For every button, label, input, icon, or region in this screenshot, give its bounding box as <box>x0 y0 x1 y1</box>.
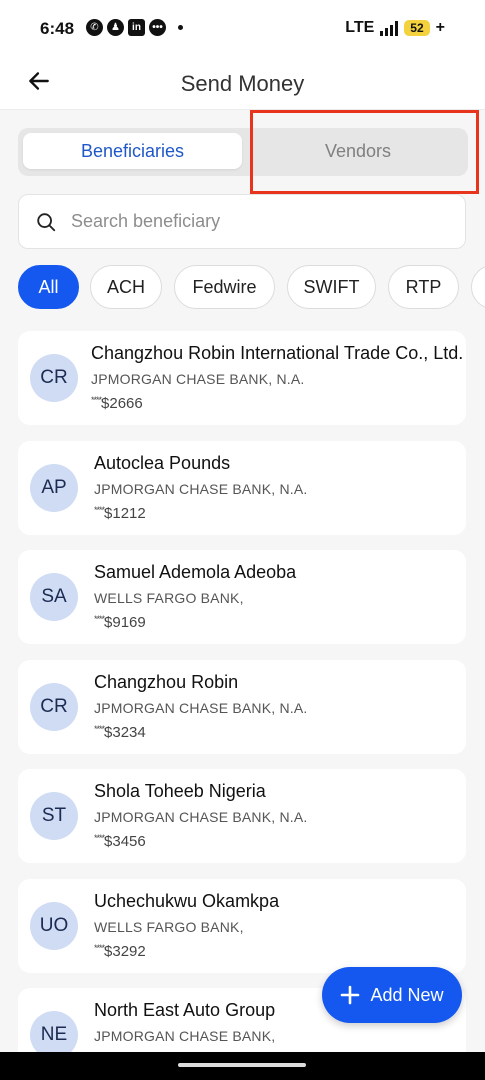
account-number: ****$3234 <box>94 724 146 741</box>
beneficiary-card[interactable]: UO Uchechukwu Okamkpa WELLS FARGO BANK, … <box>18 879 466 973</box>
app-header: Send Money <box>0 60 485 110</box>
beneficiary-card[interactable]: AP Autoclea Pounds JPMORGAN CHASE BANK, … <box>18 441 466 535</box>
avatar: CR <box>30 683 78 731</box>
charging-indicator: + <box>435 19 445 36</box>
status-bar: 6:48 ✆ ♟ in ••• LTE 52 + <box>0 0 485 60</box>
account-number: ****$3292 <box>94 943 146 960</box>
beneficiary-name: North East Auto Group <box>94 1000 276 1020</box>
system-nav-bar <box>0 1052 485 1080</box>
more-notifications-icon <box>178 25 183 30</box>
bank-name: JPMORGAN CHASE BANK, N.A. <box>94 809 308 825</box>
add-new-button[interactable]: Add New <box>322 967 462 1023</box>
avatar: ST <box>30 792 78 840</box>
tab-beneficiaries[interactable]: Beneficiaries <box>23 133 242 169</box>
beneficiary-card[interactable]: SA Samuel Ademola Adeoba WELLS FARGO BAN… <box>18 550 466 644</box>
battery-level: 52 <box>404 20 430 36</box>
linkedin-icon: in <box>128 19 145 36</box>
account-last-digits: $1212 <box>104 505 146 522</box>
bank-name: WELLS FARGO BANK, <box>94 590 244 606</box>
tab-vendors[interactable]: Vendors <box>252 133 464 169</box>
network-type: LTE <box>345 19 375 36</box>
search-icon <box>37 213 56 232</box>
beneficiary-name: Samuel Ademola Adeoba <box>94 562 297 582</box>
beneficiary-name: Changzhou Robin International Trade Co.,… <box>91 343 464 363</box>
beneficiary-name: Shola Toheeb Nigeria <box>94 781 266 801</box>
beneficiary-card[interactable]: CR Changzhou Robin International Trade C… <box>18 331 466 425</box>
payment-type-filters: All ACH Fedwire SWIFT RTP <box>18 265 485 311</box>
bank-name: JPMORGAN CHASE BANK, N.A. <box>91 371 305 387</box>
beneficiary-name: Changzhou Robin <box>94 672 239 692</box>
home-gesture-handle[interactable] <box>178 1063 306 1067</box>
messenger-icon: ••• <box>149 19 166 36</box>
account-mask: **** <box>94 724 105 734</box>
bank-name: JPMORGAN CHASE BANK, <box>94 1028 276 1044</box>
account-mask: **** <box>91 395 102 405</box>
status-time: 6:48 <box>40 19 75 38</box>
filter-chip-swift[interactable]: SWIFT <box>287 265 376 309</box>
avatar: SA <box>30 573 78 621</box>
account-number: ****$3456 <box>94 833 146 850</box>
plus-icon <box>341 985 360 1005</box>
notification-icons: ✆ ♟ in ••• <box>86 19 183 36</box>
account-last-digits: $3234 <box>104 724 146 741</box>
filter-chip-fedwire[interactable]: Fedwire <box>174 265 275 309</box>
beneficiary-name: Autoclea Pounds <box>94 453 231 473</box>
account-mask: **** <box>94 833 105 843</box>
avatar: UO <box>30 902 78 950</box>
beneficiary-vendor-tabs: Beneficiaries Vendors <box>18 128 468 176</box>
beneficiary-card[interactable]: CR Changzhou Robin JPMORGAN CHASE BANK, … <box>18 660 466 754</box>
account-last-digits: $9169 <box>104 614 146 631</box>
beneficiary-card[interactable]: ST Shola Toheeb Nigeria JPMORGAN CHASE B… <box>18 769 466 863</box>
search-bar <box>18 194 466 249</box>
account-last-digits: $3456 <box>104 833 146 850</box>
account-mask: **** <box>94 505 105 515</box>
avatar: CR <box>30 354 78 402</box>
filter-chip-rtp[interactable]: RTP <box>388 265 459 309</box>
snapchat-icon: ♟ <box>107 19 124 36</box>
signal-icon <box>380 20 399 36</box>
whatsapp-icon: ✆ <box>86 19 103 36</box>
add-new-label: Add New <box>370 984 444 1005</box>
bank-name: WELLS FARGO BANK, <box>94 919 244 935</box>
account-mask: **** <box>94 614 105 624</box>
page-title: Send Money <box>180 71 305 96</box>
send-money-screen: 6:48 ✆ ♟ in ••• LTE 52 + Send Money Bene… <box>0 0 485 1080</box>
beneficiary-name: Uchechukwu Okamkpa <box>94 891 280 911</box>
account-last-digits: $2666 <box>101 395 143 412</box>
search-input[interactable] <box>71 195 451 248</box>
status-right: LTE 52 + <box>345 19 445 37</box>
avatar: AP <box>30 464 78 512</box>
bank-name: JPMORGAN CHASE BANK, N.A. <box>94 481 308 497</box>
filter-chip-more[interactable] <box>471 265 485 309</box>
bank-name: JPMORGAN CHASE BANK, N.A. <box>94 700 308 716</box>
account-mask: **** <box>94 943 105 953</box>
account-number: ****$1212 <box>94 505 146 522</box>
filter-chip-ach[interactable]: ACH <box>90 265 162 309</box>
account-last-digits: $3292 <box>104 943 146 960</box>
account-number: ****$2666 <box>91 395 143 412</box>
filter-chip-all[interactable]: All <box>18 265 79 309</box>
account-number: ****$9169 <box>94 614 146 631</box>
